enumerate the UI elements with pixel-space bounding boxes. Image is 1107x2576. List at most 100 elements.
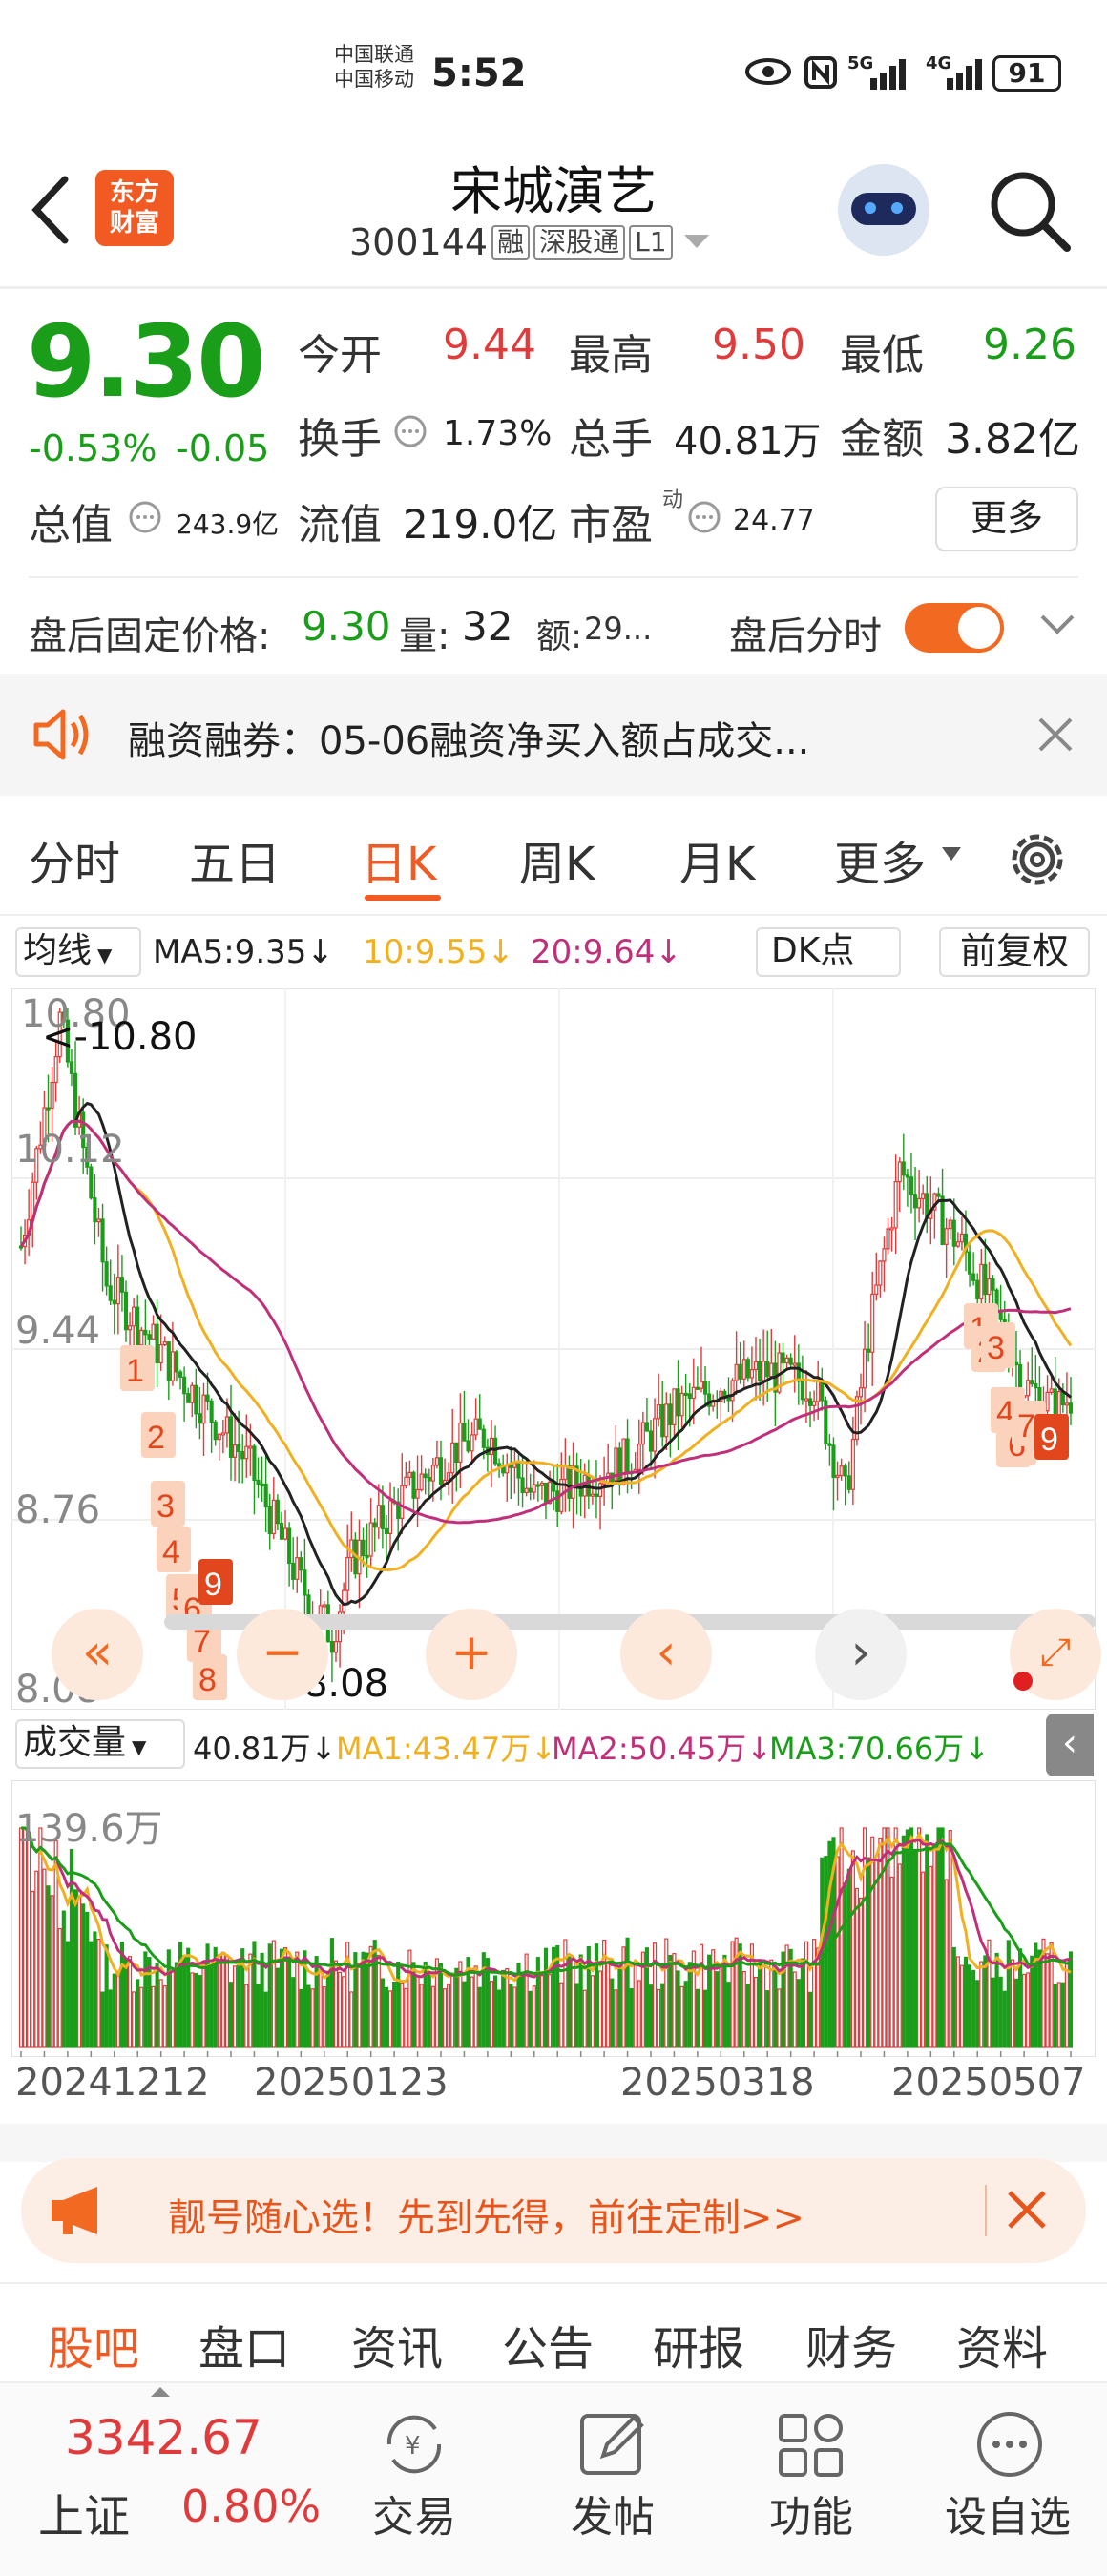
collapse-panel-button[interactable]: ‹ [1046, 1714, 1094, 1776]
subtab-research[interactable]: 研报 [653, 2311, 744, 2378]
tab-monthly-k[interactable]: 月K [679, 826, 755, 893]
subtab-forum[interactable]: 股吧 [48, 2311, 139, 2378]
promo-banner[interactable]: 靓号随心选！先到先得，前往定制>> [21, 2158, 1086, 2263]
candle [220, 1432, 225, 1436]
notice-text: 融资融券：05-06融资净买入额占成交... [128, 719, 810, 763]
volume-selector[interactable]: 成交量 ▼ [15, 1719, 185, 1769]
scroll-right-button[interactable]: › [815, 1609, 907, 1700]
ma-selector[interactable]: 均线 ▼ [15, 927, 141, 977]
candle [415, 1488, 420, 1499]
zoom-in-button[interactable]: + [426, 1609, 517, 1700]
candle [53, 1055, 58, 1084]
volume-bar [450, 1972, 455, 2048]
tab-more[interactable]: 更多 [834, 826, 926, 893]
candle [991, 1278, 995, 1291]
adjustment-button[interactable]: 前复权 [939, 927, 1090, 977]
candle [653, 1418, 658, 1452]
nav-functions-label[interactable]: 功能 [763, 2483, 859, 2544]
subtab-orderbook[interactable]: 盘口 [198, 2311, 290, 2378]
more-quote-button[interactable]: 更多 [935, 487, 1078, 551]
volume-bar [93, 1931, 97, 2048]
td-label: 2 [147, 1420, 165, 1456]
volume-bar [874, 1859, 879, 2048]
candle [614, 1447, 618, 1485]
tag-level: L1 [629, 225, 673, 260]
eye-icon [745, 58, 791, 85]
candle [738, 1363, 742, 1380]
volume-bar [983, 1955, 988, 2048]
index-value[interactable]: 3342.67 [65, 2410, 262, 2465]
search-icon[interactable] [987, 168, 1073, 254]
volume-chart[interactable] [11, 1780, 1096, 2057]
gear-icon[interactable] [1004, 826, 1071, 893]
candle [590, 1493, 595, 1497]
notice-bar[interactable]: 融资融券：05-06融资净买入额占成交... [0, 674, 1107, 796]
nav-post-label[interactable]: 发帖 [565, 2483, 660, 2544]
trade-icon[interactable]: ¥ [376, 2410, 452, 2479]
volume-bar [306, 1984, 311, 2048]
subtab-financials[interactable]: 财务 [805, 2311, 897, 2378]
scroll-left-fast-button[interactable]: « [52, 1609, 143, 1700]
volume-bar [804, 1941, 809, 2048]
zoom-out-button[interactable]: − [237, 1609, 328, 1700]
tab-intraday[interactable]: 分时 [29, 826, 120, 893]
info-icon-2[interactable] [128, 500, 162, 534]
volume-bar [497, 1989, 502, 2048]
chevron-down-icon-2[interactable] [1038, 611, 1076, 639]
candle [400, 1485, 405, 1519]
candle [1030, 1380, 1034, 1385]
volume-bar [765, 1990, 770, 2048]
candle [143, 1329, 148, 1336]
functions-icon[interactable] [775, 2410, 847, 2479]
volume-bar [539, 1975, 544, 2048]
nav-watchlist-label[interactable]: 设自选 [931, 2483, 1084, 2544]
candlestick-chart[interactable]: 12345678912345679 [11, 988, 1096, 1710]
subtab-news[interactable]: 资讯 [351, 2311, 443, 2378]
volume-bar [800, 1958, 804, 2048]
watchlist-icon[interactable] [973, 2408, 1046, 2481]
volume-bar [174, 1962, 179, 2048]
tab-five-day[interactable]: 五日 [189, 826, 281, 893]
volume-bar [23, 1827, 28, 2048]
candle [112, 1299, 116, 1305]
candle [1045, 1391, 1050, 1412]
candle [567, 1465, 572, 1499]
tab-daily-k[interactable]: 日K [361, 826, 436, 893]
volume-bar [384, 1986, 389, 2048]
volume-bar [582, 1989, 587, 2048]
close-icon-2[interactable] [1004, 2187, 1050, 2233]
index-name[interactable]: 上证 [38, 2479, 130, 2545]
close-icon[interactable] [1036, 716, 1075, 754]
candle [532, 1484, 536, 1493]
candle [944, 1228, 949, 1245]
volume-bar [653, 1942, 658, 2048]
carrier-1: 中国联通 [334, 43, 414, 66]
candle [89, 1166, 94, 1199]
volume-bar [248, 1953, 253, 2048]
triangle-up-icon [151, 2387, 170, 2397]
volume-bar [1022, 1973, 1027, 2048]
subtab-profile[interactable]: 资料 [956, 2311, 1048, 2378]
info-icon[interactable] [393, 414, 428, 448]
scroll-left-button[interactable]: ‹ [620, 1609, 712, 1700]
dk-point-button[interactable]: DK点 [756, 927, 901, 977]
volume-ma2: MA2:50.45万↓ [552, 1731, 773, 1767]
volume-bar [128, 1956, 133, 2048]
float-value: 219.0亿 [403, 501, 558, 548]
volume-bar [291, 1977, 296, 2048]
nav-trade-label[interactable]: 交易 [366, 2483, 462, 2544]
chevron-down-icon[interactable] [682, 233, 711, 252]
volume-bar [991, 1977, 995, 2048]
tab-weekly-k[interactable]: 周K [519, 826, 595, 893]
post-icon[interactable] [576, 2408, 649, 2481]
promo-text: 靓号随心选！先到先得，前往定制>> [168, 2196, 805, 2240]
info-icon-3[interactable] [687, 500, 721, 534]
candle [637, 1444, 641, 1470]
after-hours-toggle[interactable] [905, 603, 1004, 653]
index-percent[interactable]: 0.80% [181, 2481, 321, 2532]
subtab-announcements[interactable]: 公告 [502, 2311, 594, 2378]
volume-bar [112, 1973, 116, 2048]
candle [816, 1380, 821, 1402]
volume-bar [679, 1985, 684, 2048]
robot-avatar-icon[interactable] [838, 164, 929, 256]
